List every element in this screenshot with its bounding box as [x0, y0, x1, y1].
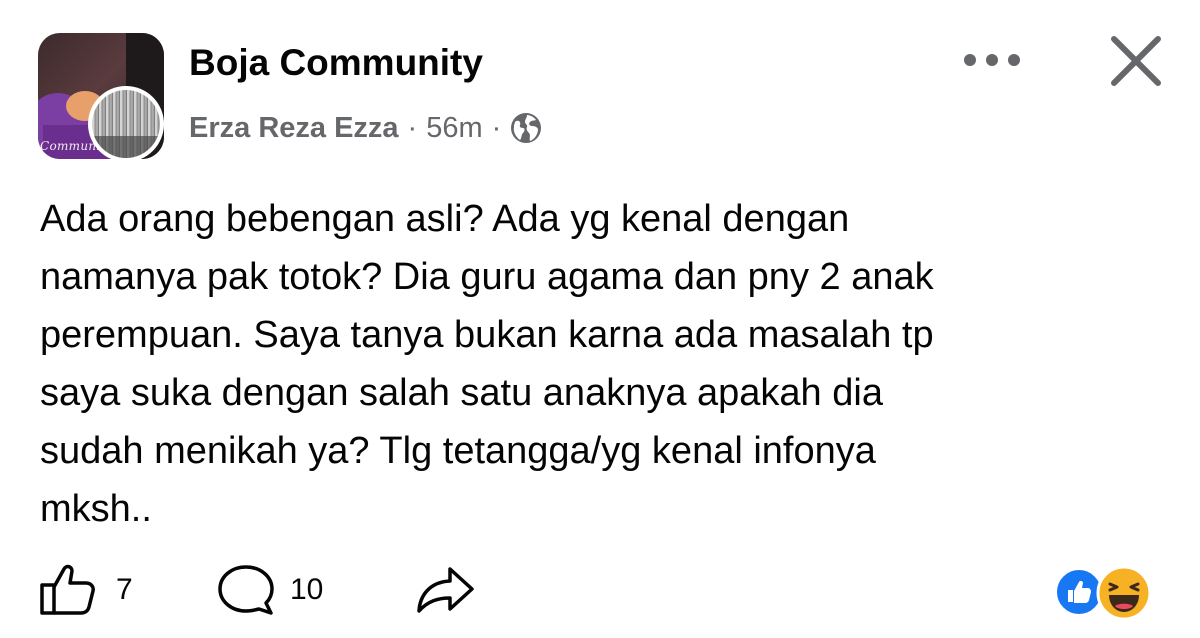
- post-meta: Erza Reza Ezza · 56m ·: [189, 108, 542, 148]
- like-count: 7: [116, 573, 133, 606]
- share-arrow-icon: [417, 567, 474, 613]
- reactions-summary[interactable]: [1050, 565, 1170, 621]
- like-button[interactable]: 7: [38, 563, 133, 617]
- meta-separator: ·: [491, 111, 502, 144]
- post-body-text: Ada orang bebengan asli? Ada yg kenal de…: [40, 198, 934, 530]
- close-icon: [1111, 36, 1161, 86]
- comment-button[interactable]: 10: [214, 563, 323, 617]
- close-button[interactable]: [1104, 29, 1168, 93]
- more-options-button[interactable]: [958, 40, 1026, 80]
- more-horizontal-icon: [964, 54, 1020, 66]
- meta-separator: ·: [407, 111, 418, 144]
- comment-bubble-icon: [218, 565, 274, 615]
- post-actions-bar: 7 10: [0, 555, 1200, 625]
- share-button[interactable]: [414, 563, 476, 617]
- thumbs-up-icon: [40, 564, 95, 615]
- haha-reaction-icon: [1096, 565, 1152, 621]
- author-name[interactable]: Erza Reza Ezza: [189, 112, 399, 145]
- author-avatar[interactable]: [88, 86, 164, 162]
- group-name[interactable]: Boja Community: [189, 42, 483, 84]
- author-avatar-image: [92, 90, 160, 158]
- post-time[interactable]: 56m: [426, 112, 482, 145]
- globe-icon: [510, 112, 542, 144]
- post-header: Community Boja Community Erza Reza Ezza …: [0, 0, 1200, 175]
- comment-count: 10: [290, 573, 324, 606]
